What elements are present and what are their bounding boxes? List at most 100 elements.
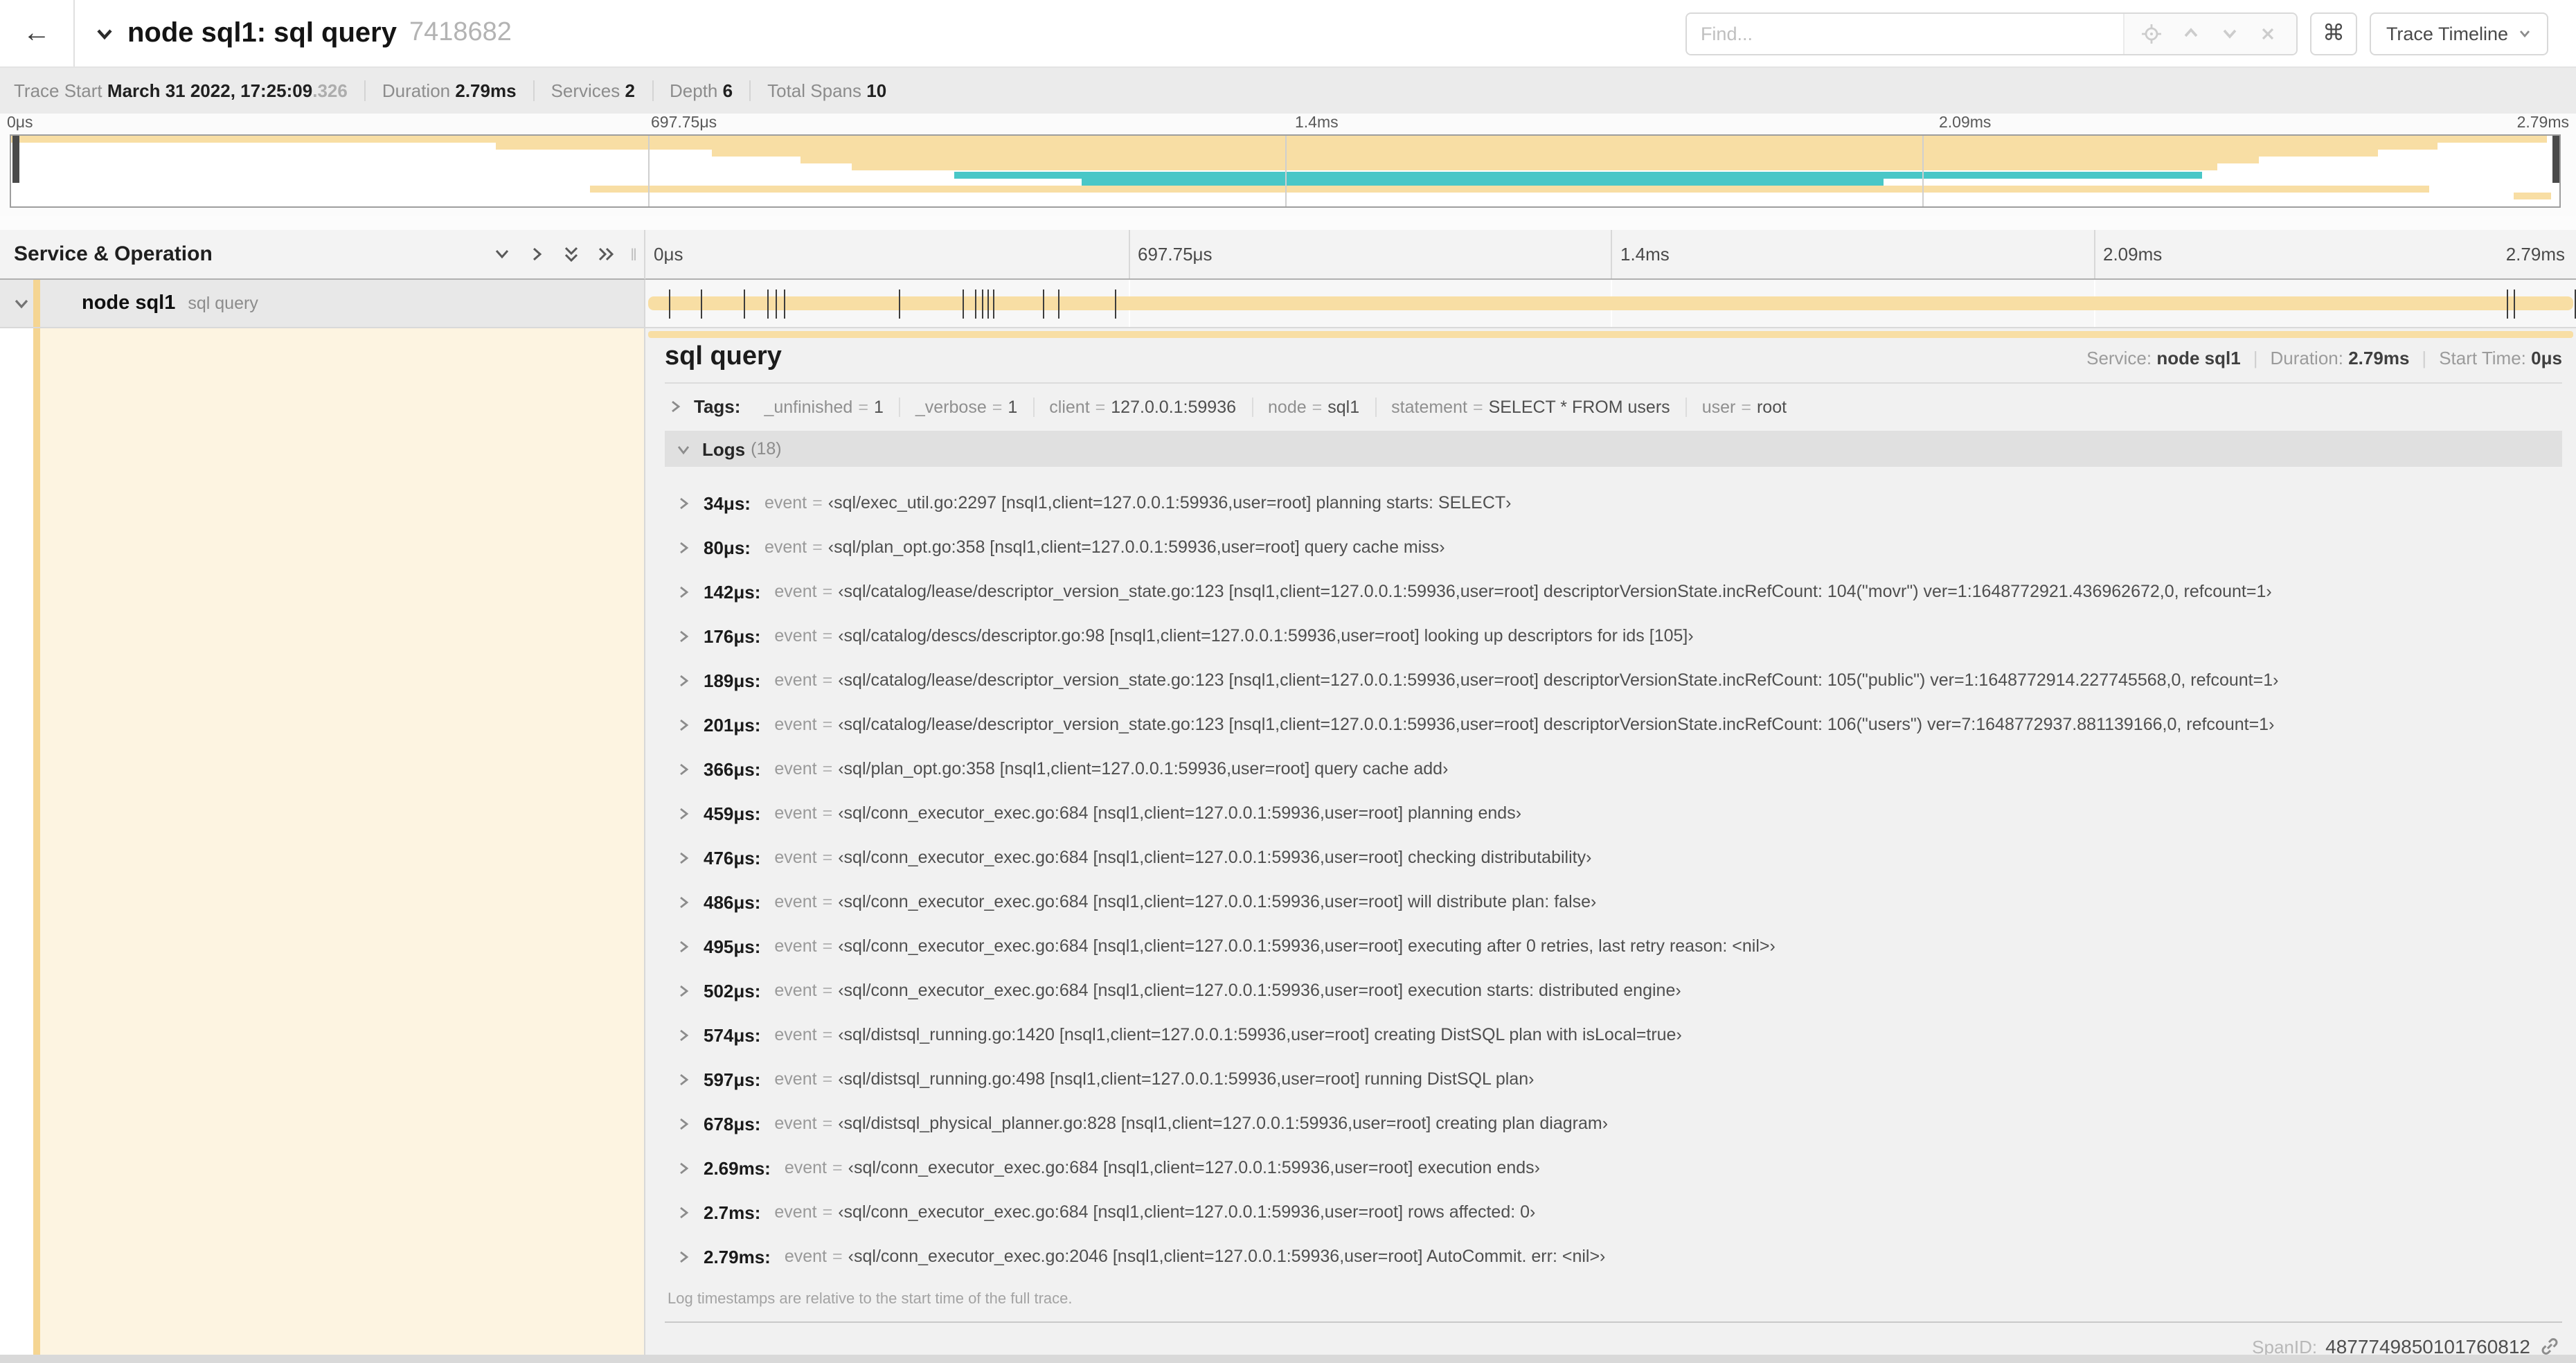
service-color-accent — [33, 328, 40, 1363]
trace-page: ← node sql1: sql query 7418682 Find... ⌘… — [0, 0, 2576, 1363]
minimap-right-handle[interactable] — [2552, 136, 2559, 183]
minimap-left-handle[interactable] — [12, 136, 19, 183]
tag-item[interactable]: client = 127.0.0.1:59936 — [1034, 397, 1253, 416]
log-marker-tick — [776, 289, 778, 319]
log-entry[interactable]: 201μs: event = ‹sql/catalog/lease/descripto… — [665, 702, 2562, 747]
tag-item[interactable]: node = sql1 — [1253, 397, 1377, 416]
chevron-down-icon — [676, 441, 691, 456]
timeline-ruler-end-label: 2.79ms — [2505, 244, 2565, 265]
log-entry[interactable]: 189μs: event = ‹sql/catalog/lease/descripto… — [665, 658, 2562, 702]
column-resizer-handle[interactable]: ‖ — [630, 244, 638, 264]
clear-search-icon[interactable] — [2252, 17, 2285, 50]
tags-section[interactable]: Tags: _unfinished = 1 _verbose = 1 client = 127.… — [665, 384, 2562, 428]
minimap-span-bar — [800, 157, 2259, 164]
log-marker-tick — [2513, 289, 2515, 319]
log-entry[interactable]: 142μs: event = ‹sql/catalog/lease/descripto… — [665, 569, 2562, 614]
expand-all-icon[interactable] — [593, 241, 619, 267]
timeline-ruler: 0μs 697.75μs 1.4ms 2.09ms 2.79ms — [645, 230, 2576, 280]
log-entry[interactable]: 2.7ms: event = ‹sql/conn_executor_exec.go:6… — [665, 1190, 2562, 1234]
log-entry[interactable]: 486μs: event = ‹sql/conn_executor_exec.go:6… — [665, 880, 2562, 924]
log-entry[interactable]: 476μs: event = ‹sql/conn_executor_exec.go:6… — [665, 835, 2562, 880]
trace-meta-item: Services 2 — [535, 80, 653, 101]
tags-label: Tags: — [694, 396, 741, 417]
header-toolbar: ⌘ Trace Timeline — [1685, 12, 2548, 55]
log-entry[interactable]: 574μs: event = ‹sql/distsql_running.go:1420… — [665, 1013, 2562, 1057]
bottom-edge — [0, 1355, 2576, 1363]
span-duration-bar[interactable] — [648, 296, 2573, 310]
keyboard-shortcuts-button[interactable]: ⌘ — [2309, 12, 2357, 55]
prev-result-icon[interactable] — [2174, 17, 2208, 50]
logs-note: Log timestamps are relative to the start… — [668, 1291, 1073, 1308]
locate-icon[interactable] — [2136, 17, 2169, 50]
tags-list: _unfinished = 1 _verbose = 1 client = 127.0.0.1:… — [749, 397, 1802, 416]
collapse-one-icon[interactable] — [489, 241, 515, 267]
log-entry[interactable]: 495μs: event = ‹sql/conn_executor_exec.go:6… — [665, 924, 2562, 968]
tag-item[interactable]: _verbose = 1 — [900, 397, 1035, 416]
minimap-span-bar — [852, 163, 2218, 171]
log-marker-tick — [784, 289, 786, 319]
log-marker-tick — [963, 289, 965, 319]
search-input[interactable] — [1686, 13, 2123, 53]
log-marker-tick — [2507, 289, 2509, 319]
log-entry[interactable]: 366μs: event = ‹sql/plan_opt.go:358 [nsql1,… — [665, 747, 2562, 791]
log-marker-tick — [974, 289, 976, 319]
operation-name: sql query — [188, 294, 258, 313]
log-marker-tick — [1058, 289, 1060, 319]
span-meta: Service: node sql1 | Duration: 2.79ms | Star… — [2086, 348, 2562, 368]
span-row: node sql1 sql query — [0, 280, 2576, 328]
timeline-ruler-segment: 1.4ms — [1611, 230, 2093, 278]
link-icon[interactable] — [2540, 1337, 2559, 1356]
tag-item[interactable]: user = root — [1687, 397, 1802, 416]
detail-header: sql query Service: node sql1 | Duration: 2… — [665, 342, 2562, 373]
timeline-ruler-segment: 0μs — [654, 244, 683, 265]
span-title: sql query — [665, 342, 782, 371]
minimap-tick-label: 2.09ms — [1939, 115, 1992, 132]
top-bar: ← node sql1: sql query 7418682 Find... ⌘… — [0, 0, 2576, 68]
tag-item[interactable]: statement = SELECT * FROM users — [1376, 397, 1687, 416]
log-entry[interactable]: 502μs: event = ‹sql/conn_executor_exec.go:6… — [665, 968, 2562, 1013]
trace-meta-item: Duration 2.79ms — [366, 80, 535, 101]
log-marker-tick — [1114, 289, 1116, 319]
log-marker-tick — [743, 289, 745, 319]
minimap-span-bar — [2513, 192, 2552, 199]
trace-title-group[interactable]: node sql1: sql query 7418682 — [94, 17, 1685, 49]
next-result-icon[interactable] — [2213, 17, 2246, 50]
expand-one-icon[interactable] — [524, 241, 550, 267]
timeline-ruler-segment: 697.75μs — [1128, 230, 1611, 278]
log-entry[interactable]: 34μs: event = ‹sql/exec_util.go:2297 [nsql1… — [665, 481, 2562, 525]
log-entry[interactable]: 2.79ms: event = ‹sql/conn_executor_exec.go:… — [665, 1234, 2562, 1279]
span-id-label: SpanID: — [2252, 1336, 2318, 1357]
log-entry[interactable]: 678μs: event = ‹sql/distsql_physical_planne… — [665, 1101, 2562, 1146]
minimap — [0, 134, 2576, 216]
log-marker-tick — [987, 289, 990, 319]
tag-item[interactable]: _unfinished = 1 — [749, 397, 900, 416]
log-marker-tick — [767, 289, 769, 319]
minimap-span-bar — [1081, 178, 1884, 186]
minimap-gridline — [1285, 136, 1287, 206]
minimap-tick-labels: 0μs 697.75μs 1.4ms 2.09ms 2.79ms — [0, 114, 2576, 134]
page-title: node sql1: sql query — [127, 17, 397, 48]
trace-meta-item: Depth 6 — [653, 80, 751, 101]
trace-view-label: Trace Timeline — [2386, 23, 2508, 44]
minimap-span-bar — [589, 185, 2430, 193]
trace-meta-item: Total Spans 10 — [767, 80, 887, 101]
collapse-all-icon[interactable] — [558, 241, 584, 267]
log-entry[interactable]: 176μs: event = ‹sql/catalog/descs/descripto… — [665, 614, 2562, 658]
log-entry[interactable]: 459μs: event = ‹sql/conn_executor_exec.go:6… — [665, 791, 2562, 835]
back-button[interactable]: ← — [0, 0, 75, 66]
log-entry[interactable]: 80μs: event = ‹sql/plan_opt.go:358 [nsql1,c… — [665, 525, 2562, 569]
span-bar-cell[interactable] — [645, 280, 2576, 328]
minimap-canvas[interactable] — [10, 134, 2561, 208]
log-marker-tick — [992, 289, 994, 319]
log-entry[interactable]: 2.69ms: event = ‹sql/conn_executor_exec.go:… — [665, 1146, 2562, 1190]
span-name-cell[interactable]: node sql1 sql query — [0, 280, 645, 328]
trace-view-selector[interactable]: Trace Timeline — [2369, 12, 2548, 55]
log-marker-tick — [898, 289, 900, 319]
log-entry[interactable]: 597μs: event = ‹sql/distsql_running.go:498 … — [665, 1057, 2562, 1101]
chevron-right-icon — [668, 399, 683, 414]
logs-label: Logs — [702, 438, 746, 459]
timeline-ruler-segment: 2.09ms — [2093, 230, 2576, 278]
logs-section-header[interactable]: Logs (18) — [665, 431, 2562, 467]
minimap-span-bar — [11, 136, 2547, 143]
service-operation-title: Service & Operation — [14, 242, 213, 266]
